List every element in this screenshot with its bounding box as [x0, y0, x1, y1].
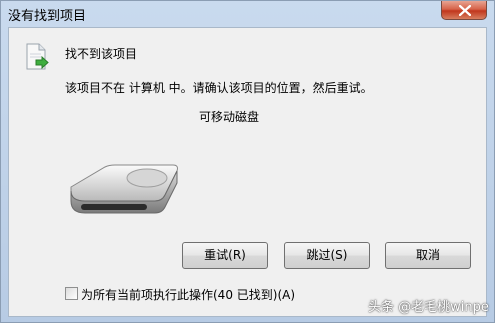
removable-drive-icon: [65, 161, 183, 221]
apply-all-checkbox[interactable]: [65, 287, 78, 300]
cancel-button[interactable]: 取消: [385, 242, 471, 269]
window-title: 没有找到项目: [8, 9, 87, 24]
close-button[interactable]: [441, 1, 487, 20]
item-location: 可移动磁盘: [199, 110, 260, 124]
apply-all-label[interactable]: 为所有当前项执行此操作(40 已找到)(A): [81, 286, 295, 303]
file-arrow-icon: [24, 43, 50, 75]
dialog-content: 找不到该项目 该项目不在 计算机 中。请确认该项目的位置，然后重试。 可移动磁盘: [8, 27, 487, 317]
watermark: 头条 @老毛桃winpe: [368, 300, 489, 315]
retry-button[interactable]: 重试(R): [182, 242, 268, 269]
dialog-message: 该项目不在 计算机 中。请确认该项目的位置，然后重试。: [65, 81, 373, 95]
close-icon: [459, 5, 471, 16]
dialog-window: 没有找到项目 找不到该项目 该项目不在 计算机 中。请确认该项目的位置，然后重试…: [0, 0, 495, 323]
dialog-heading: 找不到该项目: [65, 47, 138, 61]
skip-button[interactable]: 跳过(S): [284, 242, 370, 269]
title-bar: 没有找到项目: [1, 1, 494, 27]
